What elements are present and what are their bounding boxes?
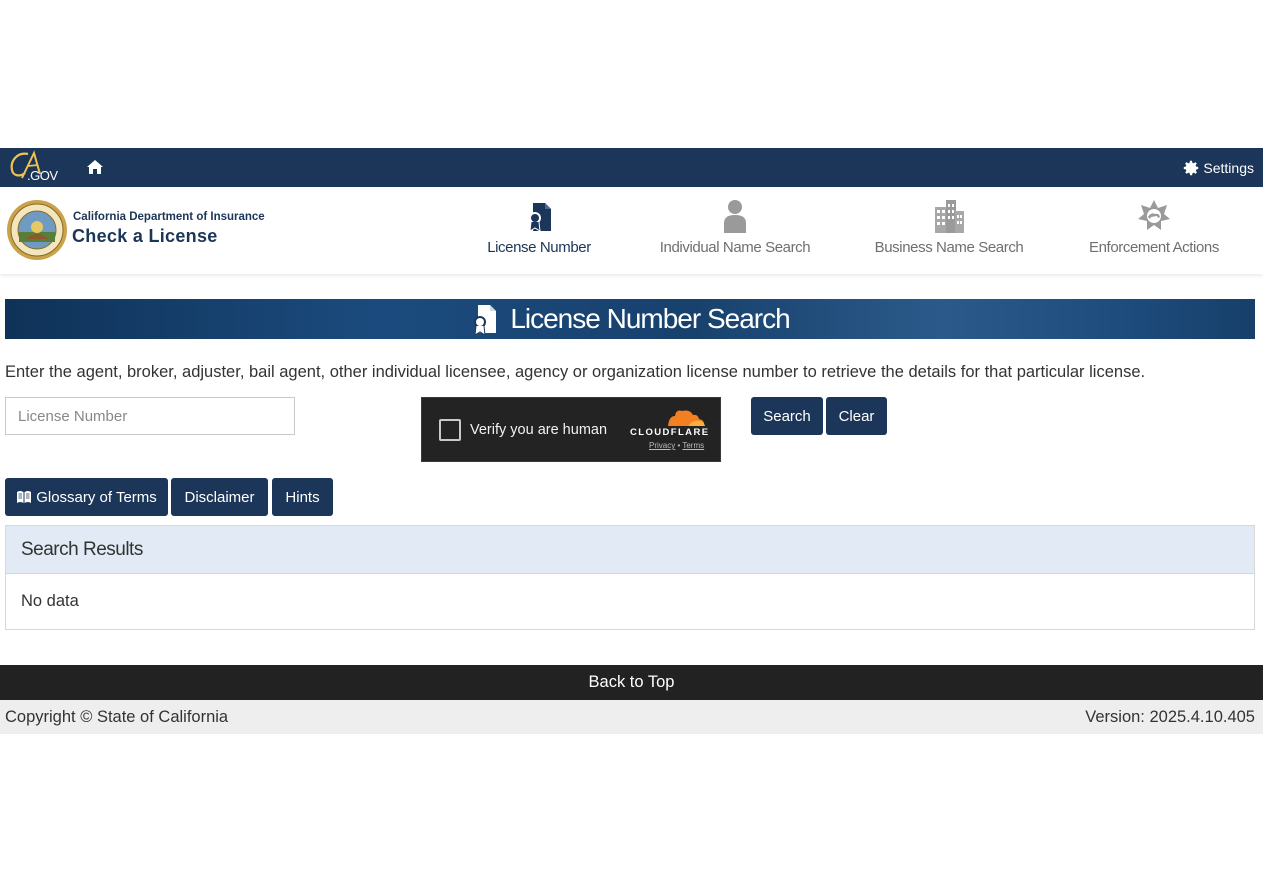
search-instructions: Enter the agent, broker, adjuster, bail … [5,363,1146,381]
captcha-checkbox[interactable] [439,419,461,441]
home-icon[interactable] [86,159,104,180]
privacy-link[interactable]: Privacy [649,441,675,450]
license-document-icon [459,197,619,233]
cloudflare-wordmark: CLOUDFLARE [630,427,710,438]
app-title: Check a License [72,226,218,246]
results-empty-message: No data [21,592,79,610]
book-open-icon [17,491,32,503]
nav-label: License Number [487,239,591,256]
org-name: California Department of Insurance [73,211,265,223]
page-banner: License Number Search [5,299,1255,339]
building-icon [869,197,1029,233]
nav-label: Business Name Search [874,239,1024,256]
cloudflare-captcha: Verify you are human CLOUDFLARE Privacy … [421,397,721,462]
terms-link[interactable]: Terms [682,441,704,450]
nav-label: Enforcement Actions [1089,239,1219,256]
glossary-label: Glossary of Terms [36,488,157,506]
license-number-input[interactable] [5,397,295,435]
version-text: Version: 2025.4.10.405 [1085,708,1255,726]
captcha-label: Verify you are human [470,422,608,438]
badge-star-icon [1074,197,1234,233]
license-document-icon [474,305,497,335]
glossary-button[interactable]: Glossary of Terms [5,478,168,516]
results-title: Search Results [6,526,1254,574]
search-button[interactable]: Search [751,397,823,435]
site-header: California Department of Insurance Check… [0,187,1263,274]
utility-bar: .GOV Settings [0,148,1263,187]
captcha-links: Privacy • Terms [649,441,704,450]
state-seal-icon [7,200,67,260]
search-results-panel: Search Results No data [5,525,1255,630]
nav-license-number[interactable]: License Number [459,197,619,256]
cagov-text: .GOV [27,168,58,183]
clear-button[interactable]: Clear [826,397,887,435]
nav-individual-name-search[interactable]: Individual Name Search [655,197,815,256]
ca-gov-logo[interactable]: .GOV [8,148,60,187]
nav-enforcement-actions[interactable]: Enforcement Actions [1074,197,1234,256]
copyright-text: Copyright © State of California [5,708,229,726]
page-title: License Number Search [510,303,790,334]
site-footer: Copyright © State of California Version:… [0,700,1263,734]
settings-label: Settings [1203,160,1254,176]
cdi-seal-logo[interactable] [6,199,68,266]
cloudflare-cloud-icon [668,410,705,426]
link-separator: • [677,441,681,450]
gear-icon [1184,160,1199,176]
settings-button[interactable]: Settings [1182,159,1254,177]
nav-label: Individual Name Search [659,239,811,256]
disclaimer-button[interactable]: Disclaimer [171,478,268,516]
back-to-top-link[interactable]: Back to Top [0,665,1263,700]
nav-business-name-search[interactable]: Business Name Search [869,197,1029,256]
hints-button[interactable]: Hints [272,478,333,516]
person-icon [655,197,815,233]
